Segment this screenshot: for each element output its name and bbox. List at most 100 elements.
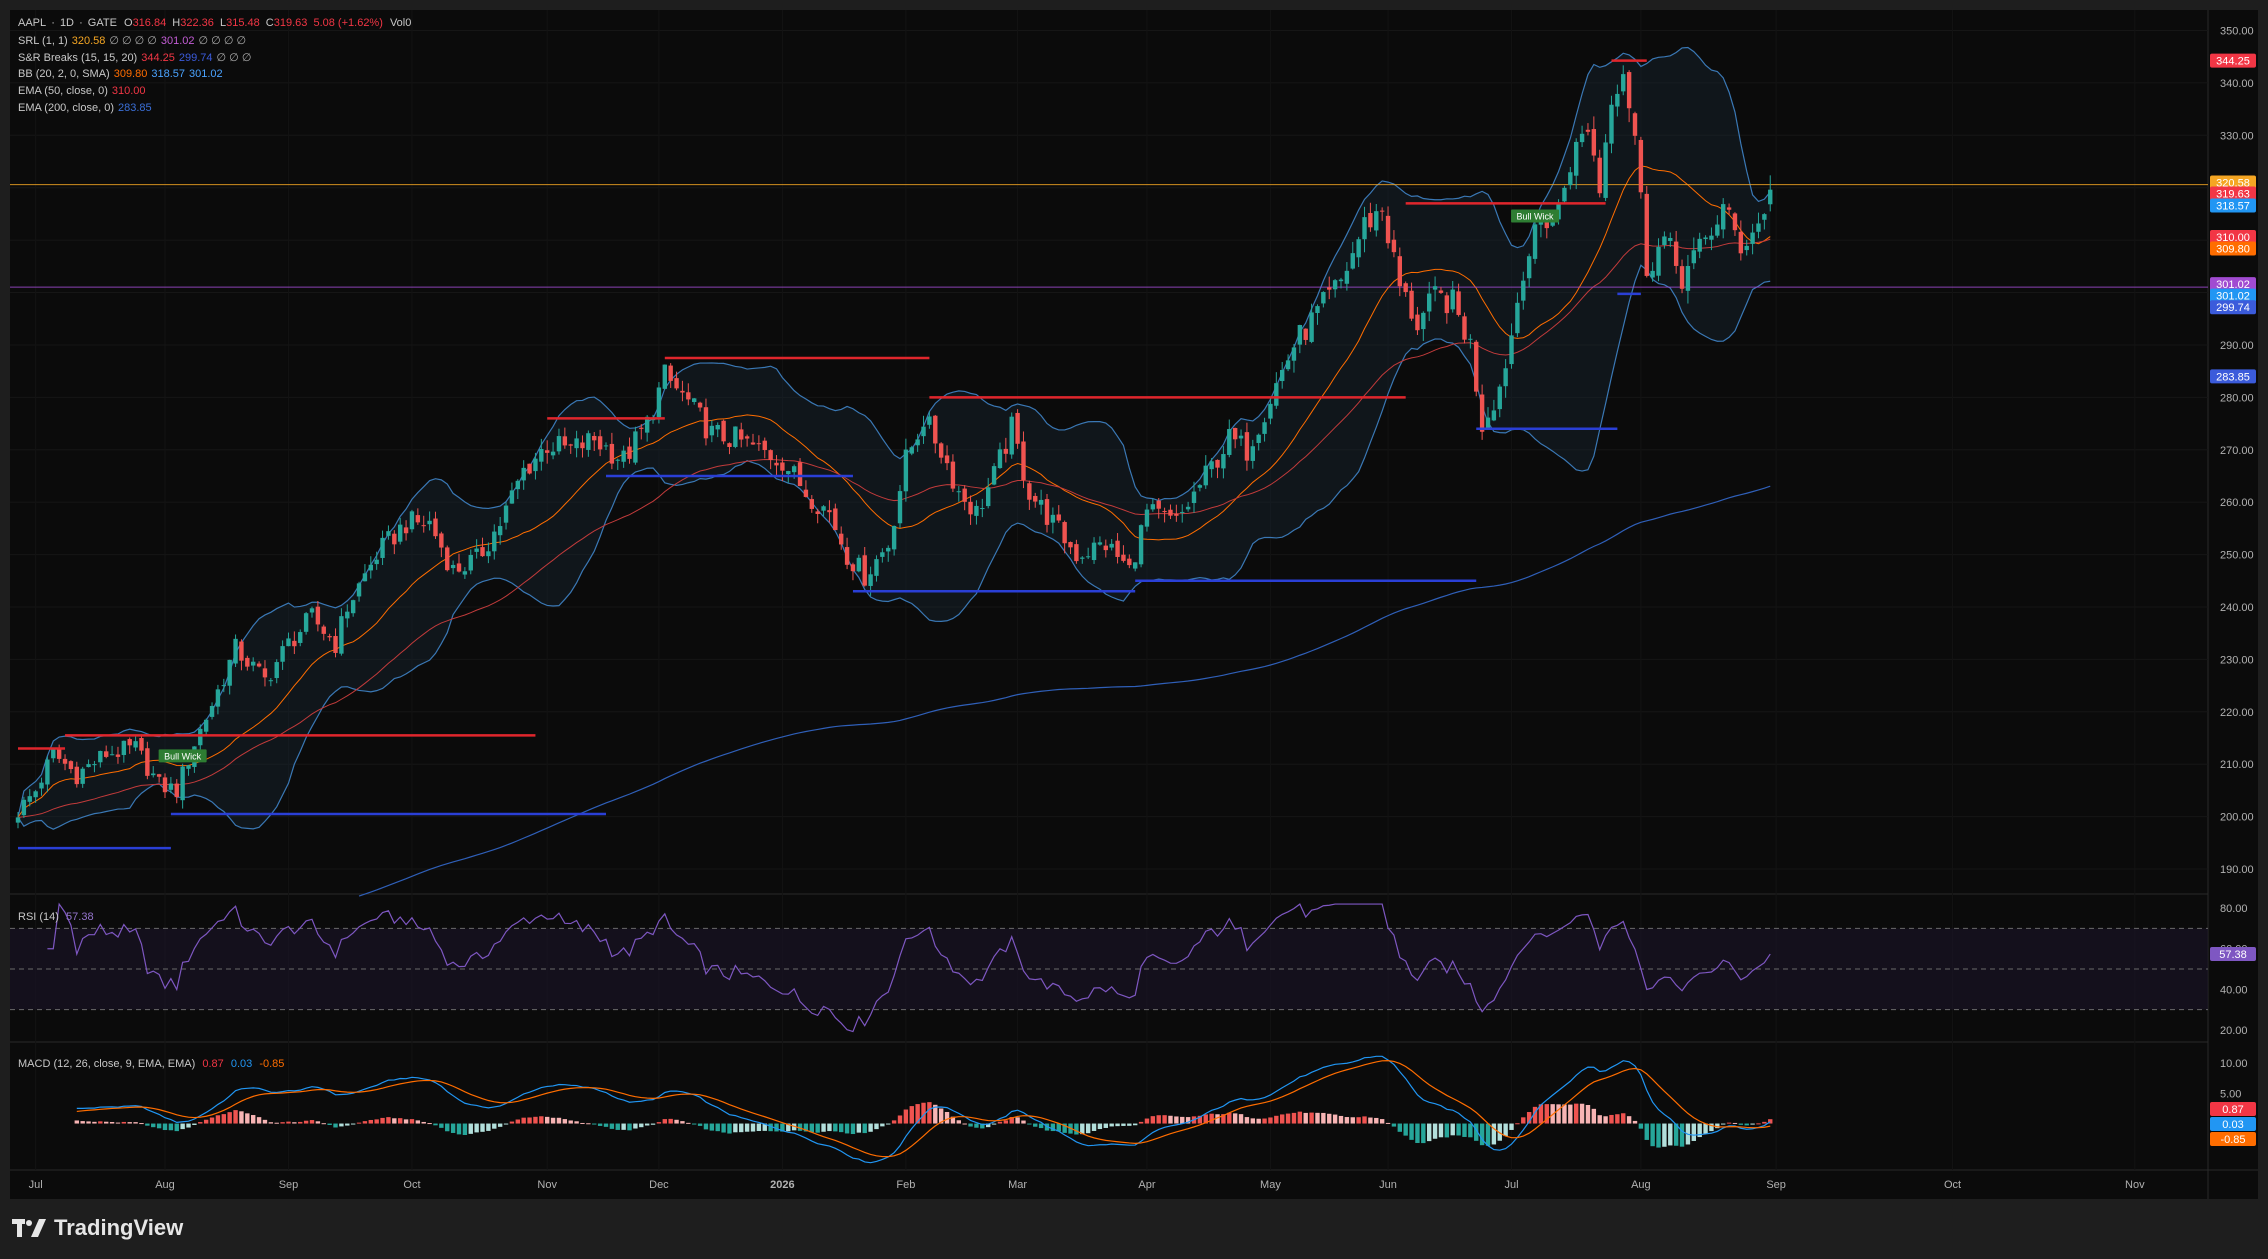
chart-canvas[interactable]: Bull Wick Bull Wick 350.00 340.00 330.00 320… — [10, 10, 2258, 1199]
candle-body — [1432, 286, 1438, 290]
candle-body — [833, 508, 838, 531]
candle-body — [215, 689, 221, 707]
rsi-legend[interactable]: RSI (14) 57.38 — [18, 911, 98, 923]
candle-body — [921, 426, 926, 437]
indicator-legend-2[interactable]: BB (20, 2, 0, SMA) 309.80 318.57 301.02 — [18, 68, 227, 80]
macd-histogram-bar — [1462, 1123, 1467, 1137]
candle-body — [1262, 422, 1267, 434]
macd-histogram-bar — [162, 1123, 168, 1131]
candle-body — [1191, 491, 1197, 504]
candle-body — [891, 525, 897, 550]
macd-histogram-bar — [1115, 1123, 1120, 1127]
candle-body — [480, 547, 485, 557]
candle-body — [1097, 542, 1103, 545]
candle-body — [927, 416, 932, 425]
candle-body — [1444, 295, 1450, 314]
tradingview-logo[interactable]: TradingView — [12, 1215, 183, 1241]
candle-body — [844, 547, 850, 565]
legend-exchange: GATE — [87, 17, 117, 29]
candle-body — [133, 741, 138, 748]
candle-body — [497, 526, 503, 536]
macd-legend[interactable]: MACD (12, 26, close, 9, EMA, EMA) 0.87 0… — [18, 1058, 288, 1070]
candle-body — [721, 420, 726, 442]
candle-body — [809, 499, 814, 509]
macd-histogram-bar — [251, 1115, 256, 1124]
candle-body — [1009, 416, 1014, 455]
macd-histogram-bar — [815, 1123, 820, 1133]
indicator-legend-1[interactable]: S&R Breaks (15, 15, 20) 344.25 299.74 ∅ ∅ ∅ — [18, 51, 255, 64]
macd-histogram-bar — [809, 1123, 814, 1133]
macd-histogram-bar — [115, 1122, 121, 1124]
macd-histogram-bar — [527, 1117, 532, 1124]
candle-body — [51, 748, 56, 759]
candle-body — [1621, 74, 1626, 92]
candle-body — [1650, 270, 1655, 278]
candle-body — [1256, 434, 1261, 443]
candle-body — [227, 659, 232, 686]
macd-histogram-bar — [686, 1122, 691, 1124]
macd-histogram-bar — [398, 1118, 403, 1124]
macd-histogram-bar — [868, 1123, 873, 1132]
candle-body — [280, 646, 285, 662]
candle-body — [1591, 129, 1597, 156]
macd-histogram-bar — [1450, 1123, 1455, 1136]
macd-histogram-bar — [1344, 1117, 1350, 1124]
macd-histogram-bar — [1662, 1123, 1667, 1147]
candle-body — [1526, 256, 1532, 279]
candle-body — [439, 533, 444, 548]
candle-body — [198, 728, 203, 746]
macd-histogram-bar — [303, 1120, 309, 1124]
candle-body — [1668, 237, 1673, 241]
indicator-legend-0[interactable]: SRL (1, 1) 320.58 ∅ ∅ ∅ ∅ 301.02 ∅ ∅ ∅ ∅ — [18, 34, 250, 47]
time-tick-label: Jul — [1504, 1179, 1518, 1191]
indicator-legend-4[interactable]: EMA (200, close, 0) 283.85 — [18, 102, 156, 114]
candle-body — [1068, 542, 1073, 548]
candle-body — [686, 392, 691, 400]
macd-value: 0.87 — [202, 1058, 224, 1070]
candle-body — [962, 488, 967, 502]
indicator-value: ∅ ∅ ∅ ∅ — [198, 35, 247, 47]
candle-body — [592, 435, 597, 441]
macd-histogram-bar — [903, 1109, 909, 1124]
rsi-tag: 57.38 — [2219, 949, 2247, 961]
macd-histogram-bar — [1485, 1123, 1491, 1146]
candle-body — [492, 531, 497, 552]
legend-separator: · — [79, 17, 83, 29]
candle-body — [15, 817, 21, 823]
macd-histogram-bar — [1644, 1123, 1649, 1140]
macd-histogram-bar — [1579, 1103, 1585, 1124]
candle-body — [568, 444, 573, 446]
candle-body — [1150, 504, 1156, 510]
candle-body — [1603, 142, 1608, 198]
candle-body — [1415, 314, 1420, 331]
macd-histogram-bar — [1691, 1123, 1696, 1141]
candle-body — [156, 774, 162, 777]
macd-histogram-bar — [1638, 1123, 1644, 1129]
candle-body — [1338, 279, 1344, 282]
candle-body — [545, 450, 550, 453]
candle-body — [1574, 141, 1579, 176]
candle-body — [503, 505, 509, 523]
macd-tag: 0.87 — [2222, 1104, 2243, 1116]
chart-frame[interactable]: Bull Wick Bull Wick 350.00 340.00 330.00 320… — [10, 10, 2258, 1199]
candle-body — [1174, 513, 1179, 516]
time-tick-label: Oct — [1944, 1179, 1961, 1191]
candle-body — [1715, 224, 1720, 236]
macd-histogram-bar — [356, 1122, 362, 1124]
candle-body — [1744, 245, 1749, 251]
candle-body — [1503, 368, 1508, 387]
macd-histogram-bar — [862, 1123, 867, 1134]
macd-histogram-bar — [744, 1123, 750, 1132]
candle-body — [944, 455, 950, 464]
indicator-value: 301.02 — [189, 68, 223, 80]
macd-histogram-bar — [521, 1117, 526, 1124]
indicator-legend-3[interactable]: EMA (50, close, 0) 310.00 — [18, 85, 150, 97]
macd-histogram-bar — [198, 1122, 203, 1124]
rsi-pane — [10, 902, 2208, 1033]
candle-body — [1456, 291, 1461, 315]
candle-body — [556, 436, 562, 452]
symbol-legend[interactable]: AAPL · 1D · GATE O316.84 H322.36 L315.48… — [18, 17, 415, 29]
candle-body — [803, 489, 809, 497]
candle-body — [462, 571, 468, 575]
candle-body — [1127, 558, 1132, 566]
